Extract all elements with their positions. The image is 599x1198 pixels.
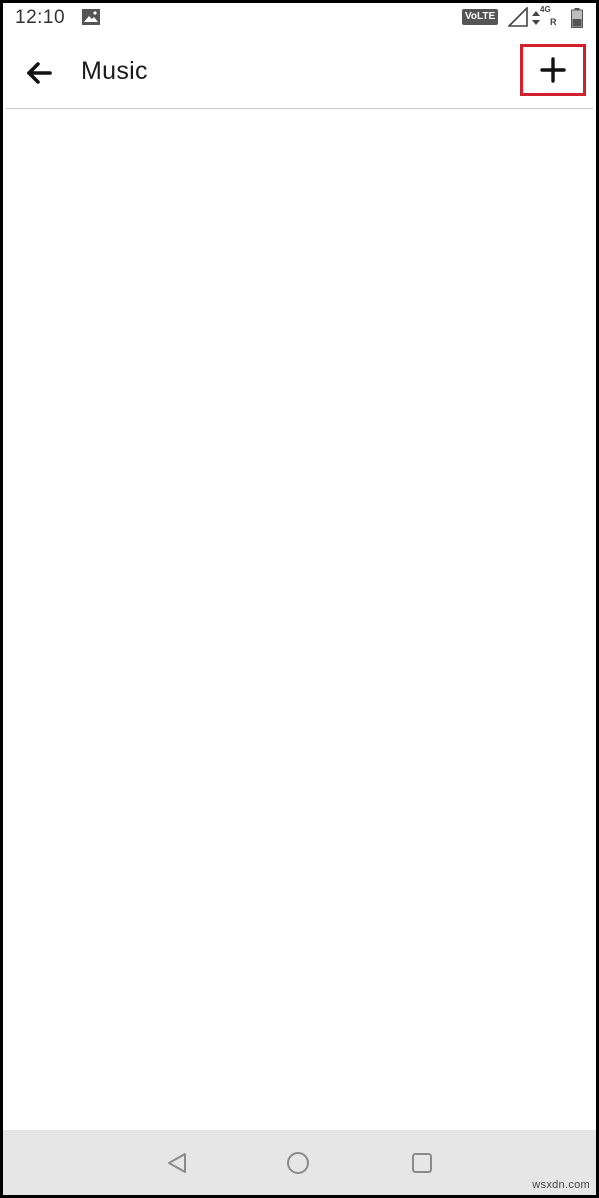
gallery-icon xyxy=(82,9,100,25)
phone-screen: 12:10 VoLTE 4G R Music wsxdn.com xyxy=(0,0,599,1198)
roaming-indicator: R xyxy=(550,17,557,27)
network-indicator: 4G R xyxy=(532,5,560,29)
network-type-label: 4G xyxy=(540,5,551,14)
watermark: wsxdn.com xyxy=(532,1179,590,1191)
add-music-button[interactable] xyxy=(520,44,586,96)
battery-icon xyxy=(571,8,583,28)
status-bar: 12:10 VoLTE 4G R xyxy=(3,3,596,35)
volte-badge: VoLTE xyxy=(462,9,499,25)
status-time: 12:10 xyxy=(15,7,66,28)
page-title: Music xyxy=(81,57,148,85)
back-button[interactable] xyxy=(19,53,59,93)
square-recents-icon xyxy=(412,1153,432,1173)
nav-recents-button[interactable] xyxy=(405,1146,439,1180)
signal-icon xyxy=(507,6,528,27)
system-nav-bar xyxy=(3,1130,596,1195)
nav-back-button[interactable] xyxy=(160,1146,194,1180)
plus-icon xyxy=(540,57,566,83)
app-bar: Music xyxy=(3,35,596,109)
arrow-left-icon xyxy=(27,62,52,84)
circle-home-icon xyxy=(287,1152,309,1174)
data-arrows-icon xyxy=(532,11,540,25)
triangle-back-icon xyxy=(168,1153,186,1173)
nav-home-button[interactable] xyxy=(281,1146,315,1180)
music-list-area xyxy=(3,109,596,1130)
